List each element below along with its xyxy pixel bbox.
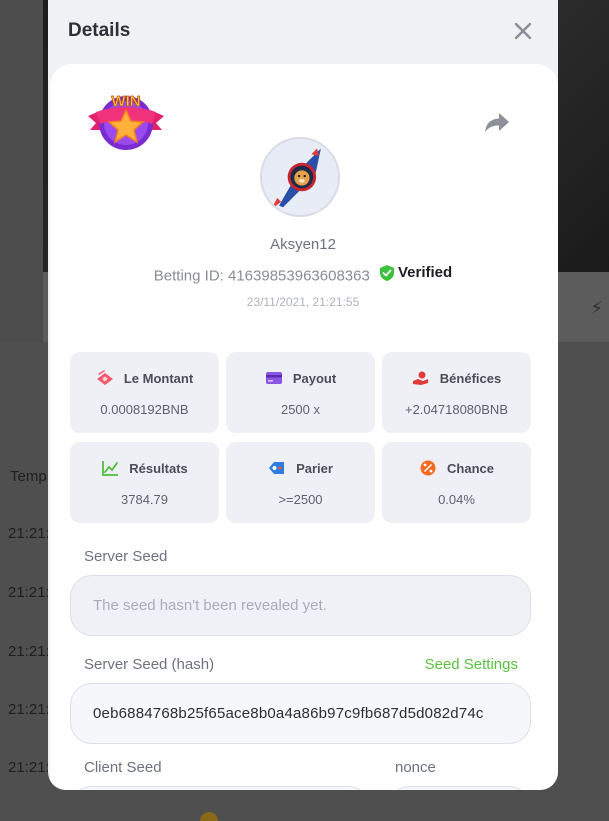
betting-id-label: Betting ID: bbox=[153, 267, 224, 285]
stat-label: Parier bbox=[296, 460, 333, 476]
close-icon bbox=[514, 22, 532, 40]
stat-profit: Bénéfices +2.04718080BNB bbox=[382, 352, 531, 433]
stat-value: 0.0008192BNB bbox=[100, 402, 189, 417]
tag-icon bbox=[269, 462, 285, 474]
background-column-header: Temp bbox=[10, 468, 47, 485]
nonce-label: nonce bbox=[395, 759, 436, 776]
stat-bet: Parier >=2500 bbox=[226, 442, 375, 523]
server-seed-hash-label: Server Seed (hash) bbox=[84, 656, 215, 673]
server-seed-label: Server Seed bbox=[84, 548, 168, 565]
client-seed-label: Client Seed bbox=[84, 759, 162, 776]
verified-badge: Verified bbox=[380, 264, 452, 281]
stat-value: 3784.79 bbox=[121, 492, 168, 507]
bet-timestamp: 23/11/2021, 21:21:55 bbox=[246, 295, 360, 309]
server-seed-field[interactable]: The seed hasn't been revealed yet. bbox=[70, 575, 531, 636]
share-button[interactable] bbox=[484, 110, 510, 134]
stat-label: Résultats bbox=[129, 460, 188, 476]
stat-value: +2.04718080BNB bbox=[404, 402, 508, 417]
stat-value: 0.04% bbox=[438, 492, 475, 507]
stat-value: >=2500 bbox=[278, 492, 323, 507]
money-icon bbox=[96, 370, 113, 385]
server-seed-hash-field[interactable]: 0eb6884768b25f65ace8b0a4a86b97c9fb687d5d… bbox=[70, 683, 531, 744]
stat-label: Le Montant bbox=[123, 370, 194, 386]
verified-label: Verified bbox=[398, 264, 453, 281]
seed-settings-link[interactable]: Seed Settings bbox=[425, 656, 518, 673]
stat-value: 2500 x bbox=[280, 402, 321, 417]
rocket-doge-avatar-icon bbox=[262, 139, 338, 215]
stat-payout: Payout 2500 x bbox=[226, 352, 375, 433]
betting-id-value: 41639853963608363 bbox=[228, 267, 370, 285]
avatar bbox=[260, 137, 340, 217]
win-badge-icon: WIN bbox=[88, 93, 164, 150]
lightning-icon: ⚡ bbox=[590, 298, 603, 318]
stat-label: Bénéfices bbox=[439, 370, 502, 386]
player-username: Aksyen12 bbox=[270, 236, 336, 253]
share-icon bbox=[485, 113, 509, 132]
win-badge-text: WIN bbox=[111, 93, 140, 110]
details-modal: Details WIN Aksyen12 Betting ID: 4163985… bbox=[48, 0, 558, 790]
stat-results: Résultats 3784.79 bbox=[70, 442, 219, 523]
betting-id-row: Betting ID: 41639853963608363 Verified bbox=[48, 264, 558, 285]
chart-icon bbox=[102, 461, 119, 476]
client-seed-field[interactable] bbox=[70, 786, 370, 790]
nonce-field[interactable] bbox=[388, 786, 531, 790]
shield-check-icon bbox=[380, 264, 394, 281]
stat-label: Payout bbox=[292, 370, 337, 386]
modal-title: Details bbox=[68, 20, 131, 41]
stat-amount: Le Montant 0.0008192BNB bbox=[70, 352, 219, 433]
win-badge: WIN bbox=[86, 90, 166, 152]
stat-chance: Chance 0.04% bbox=[382, 442, 531, 523]
hand-coin-icon bbox=[412, 371, 428, 385]
close-button[interactable] bbox=[512, 20, 534, 42]
percent-icon bbox=[420, 460, 436, 476]
card-icon bbox=[265, 372, 282, 384]
stat-label: Chance bbox=[447, 460, 494, 476]
